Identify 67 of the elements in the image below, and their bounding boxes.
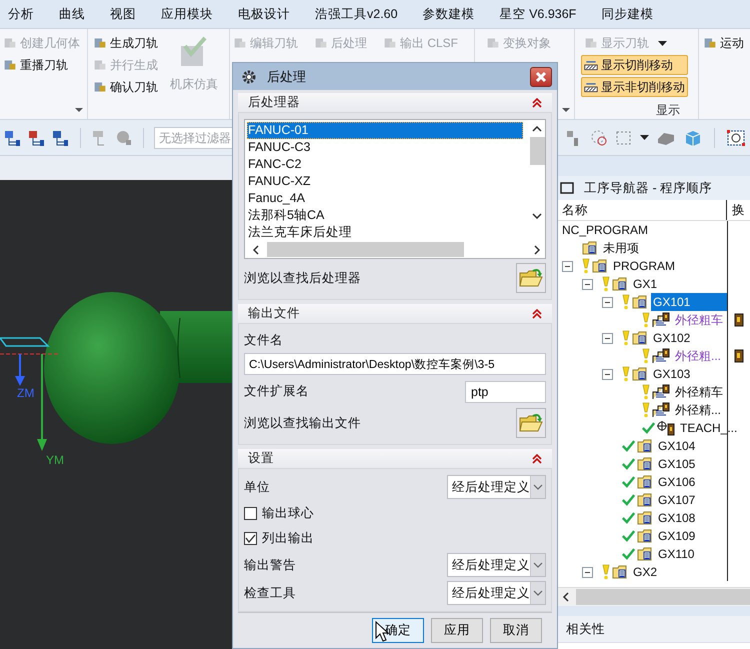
panel-title: 工序导航器 - 程序顺序 (584, 180, 712, 196)
tree-item[interactable]: 未用项 (601, 239, 641, 257)
menu-item[interactable]: 星空 V6.936F (500, 6, 576, 22)
menu-item[interactable]: 参数建模 (422, 6, 475, 22)
section-header[interactable]: 设置 (238, 449, 552, 468)
list-item[interactable]: 法那科5轴CA (247, 207, 523, 224)
tree-item[interactable]: GX108 (656, 509, 698, 527)
column-header[interactable]: 换 (727, 202, 745, 218)
list-item[interactable]: Fanuc_4A (247, 190, 523, 208)
menu-item[interactable]: 应用模块 (161, 6, 213, 22)
list-item[interactable]: 法兰克车床后处理 (247, 224, 523, 242)
ribbon-button[interactable]: 运动 (700, 33, 747, 53)
dialog-button[interactable]: 确定 (372, 618, 424, 644)
menu-item[interactable]: 电极设计 (238, 6, 290, 22)
section-header[interactable]: 相关性 (558, 616, 750, 643)
list-item[interactable]: FANUC-XZ (247, 173, 523, 190)
browse-label: 浏览以查找输出文件 (244, 414, 361, 432)
tree-item[interactable]: GX105 (656, 455, 698, 473)
field-label: 输出警告 (244, 556, 296, 574)
tree-item[interactable]: GX106 (656, 473, 698, 491)
dropdown[interactable]: 经后处理定义 (447, 581, 546, 606)
tree-item[interactable]: PROGRAM (611, 257, 678, 275)
section-header[interactable]: 后处理器 (238, 93, 552, 112)
ribbon-button[interactable]: 确认刀轨 (90, 77, 161, 97)
field-label: 文件扩展名 (244, 383, 309, 400)
tree-item[interactable]: GX102 (651, 329, 692, 347)
tree-item[interactable]: GX104 (656, 437, 698, 455)
group-label: 显示 (656, 102, 680, 118)
tree-item[interactable]: GX109 (656, 527, 698, 545)
field-label: 文件名 (244, 332, 284, 350)
menu-item[interactable]: 曲线 (59, 6, 85, 22)
menu-item[interactable]: 视图 (110, 6, 136, 22)
file-name-field[interactable]: C:\Users\Administrator\Desktop\数控车案例\3-5 (244, 353, 546, 376)
tree-item[interactable]: GX101 (651, 293, 727, 311)
dropdown[interactable]: 经后处理定义 (447, 553, 546, 578)
toggle-button[interactable]: 显示非切削移动 (581, 77, 688, 97)
ribbon-button[interactable]: 重播刀轨 (0, 55, 83, 75)
ribbon-button[interactable]: 生成刀轨 (90, 33, 161, 53)
dialog-button[interactable]: 取消 (490, 618, 542, 644)
list-item[interactable]: FANUC-01 (247, 122, 523, 140)
section-header[interactable]: 输出文件 (238, 304, 552, 324)
toggle-button[interactable]: 显示切削移动 (581, 55, 688, 75)
tree-item[interactable]: 外径粗... (673, 347, 724, 365)
tree-item[interactable]: 外径粗车 (673, 311, 725, 329)
extension-field[interactable]: ptp (465, 380, 546, 403)
menu-item[interactable]: 同步建模 (601, 6, 654, 22)
checkbox-label: 列出输出 (262, 530, 314, 548)
tree-item[interactable]: GX2 (631, 563, 660, 581)
tree-item[interactable]: GX110 (656, 545, 696, 563)
dialog-title: 后处理 (267, 68, 307, 86)
browse-label: 浏览以查找后处理器 (244, 270, 361, 287)
list-item[interactable]: FANC-C2 (247, 156, 523, 174)
tree-item[interactable]: GX1 (631, 275, 660, 293)
menu-item[interactable]: 分析 (8, 6, 34, 22)
dropdown[interactable]: 经后处理定义 (447, 475, 546, 500)
checkbox-label: 输出球心 (262, 505, 314, 522)
menu-item[interactable]: 浩强工具v2.60 (315, 6, 398, 22)
axis-label: ZM (17, 386, 34, 400)
axis-label: YM (46, 453, 64, 467)
field-label: 检查工具 (244, 584, 296, 602)
field-label: 单位 (244, 478, 270, 496)
tree-item[interactable]: 外径精... (673, 401, 724, 419)
tree-item[interactable]: GX103 (651, 365, 692, 383)
tree-item[interactable]: GX107 (656, 491, 698, 509)
tree-item[interactable]: 外径精车 (673, 383, 725, 401)
dialog-button[interactable]: 应用 (431, 618, 483, 644)
tree-item[interactable]: NC_PROGRAM (560, 221, 650, 239)
